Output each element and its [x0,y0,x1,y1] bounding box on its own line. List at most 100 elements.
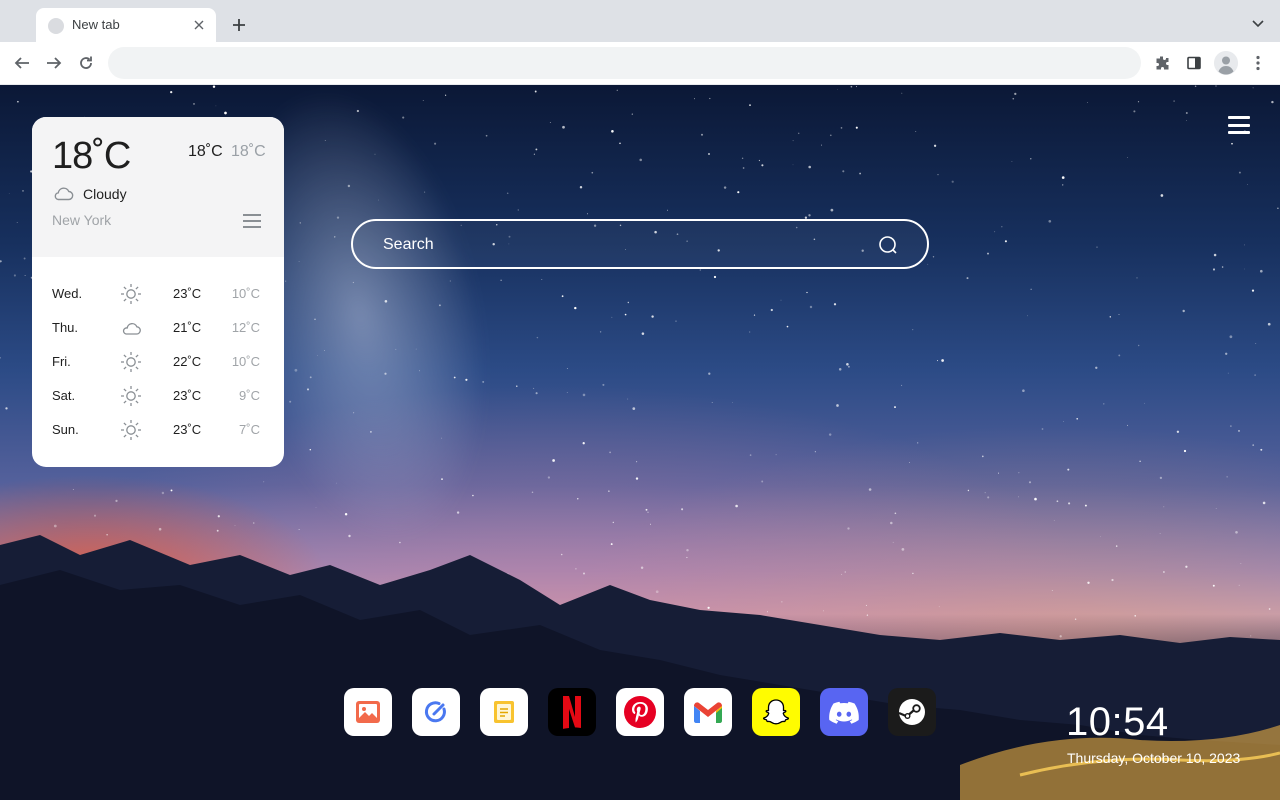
star [675,320,677,322]
menu-bar [243,214,261,216]
weather-settings-icon[interactable] [243,214,261,228]
star [912,329,914,331]
star [1012,97,1015,100]
extensions-icon[interactable] [1150,51,1174,75]
plus-icon[interactable] [228,14,250,36]
notes-icon [494,701,514,723]
star [434,142,437,145]
app-gmail[interactable] [684,688,732,736]
search-icon[interactable] [878,235,898,255]
current-temperature: 18˚C [52,135,131,177]
star [579,186,583,189]
forecast-low: 10˚C [231,286,260,301]
star [0,260,2,263]
star [846,363,849,366]
star [809,305,813,309]
star [742,167,745,169]
chevron-down-icon[interactable] [1248,14,1268,34]
clock-time: 10:54 [1066,700,1169,744]
weather-widget[interactable]: 18˚C 18˚C 18˚C Cloudy New York Wed. 23˚C 1… [32,117,284,467]
forecast-row: Sun. 23˚C 7˚C [32,418,284,442]
forward-icon[interactable] [42,51,66,75]
star [370,431,372,433]
star [453,376,456,379]
menu-bar [243,226,261,228]
star [438,304,441,307]
star [770,308,773,312]
star [1244,244,1246,246]
star [651,315,654,318]
side-panel-icon[interactable] [1182,51,1206,75]
star [1001,226,1003,228]
star [263,481,265,483]
close-icon[interactable] [190,16,208,34]
star [1213,253,1217,257]
star [645,508,648,511]
star [215,105,217,107]
star [780,299,782,301]
star [574,306,577,310]
star [967,489,970,492]
star [424,191,426,193]
reload-icon[interactable] [74,51,98,75]
star [932,256,935,258]
star [1076,417,1079,420]
star [1221,266,1224,268]
app-steam[interactable] [888,688,936,736]
star [1004,240,1007,243]
star [1127,156,1128,158]
back-icon[interactable] [10,51,34,75]
star [1183,449,1187,453]
star [23,257,26,260]
app-pinterest[interactable] [616,688,664,736]
star [212,85,216,88]
star [384,372,387,375]
star [937,174,939,176]
star [814,451,816,453]
star [324,140,326,141]
star [1068,502,1071,505]
star [309,448,312,451]
star [5,407,8,410]
star [377,199,379,201]
star [1041,428,1044,430]
address-bar[interactable] [108,47,1141,79]
app-photos[interactable] [344,688,392,736]
star [749,104,751,106]
app-notes[interactable] [480,688,528,736]
star [1252,87,1254,89]
star [531,491,534,493]
search-box[interactable] [351,219,929,269]
star [830,208,834,212]
app-netflix[interactable] [548,688,596,736]
star [516,385,518,387]
menu-icon[interactable] [1228,116,1250,134]
star [840,127,843,129]
star [838,368,842,371]
app-edit[interactable] [412,688,460,736]
star [115,499,118,503]
star [681,508,684,511]
tab-new-tab[interactable]: New tab [36,8,216,42]
star [324,350,325,351]
more-vert-icon[interactable] [1246,51,1270,75]
steam-icon [898,699,925,725]
search-input[interactable] [383,233,863,257]
star [1087,102,1088,103]
app-snapchat[interactable] [752,688,800,736]
star [829,134,832,137]
forecast-low: 7˚C [239,422,260,437]
profile-avatar[interactable] [1214,51,1238,75]
star [1182,309,1185,313]
star [855,86,858,88]
app-discord[interactable] [820,688,868,736]
star [1176,430,1180,433]
star [1230,425,1232,427]
star [997,472,1000,474]
forecast-row: Thu. 21˚C 12˚C [32,316,284,340]
star [806,291,808,294]
star [16,221,18,223]
star [639,158,642,162]
star [1011,161,1013,162]
star [792,164,794,166]
